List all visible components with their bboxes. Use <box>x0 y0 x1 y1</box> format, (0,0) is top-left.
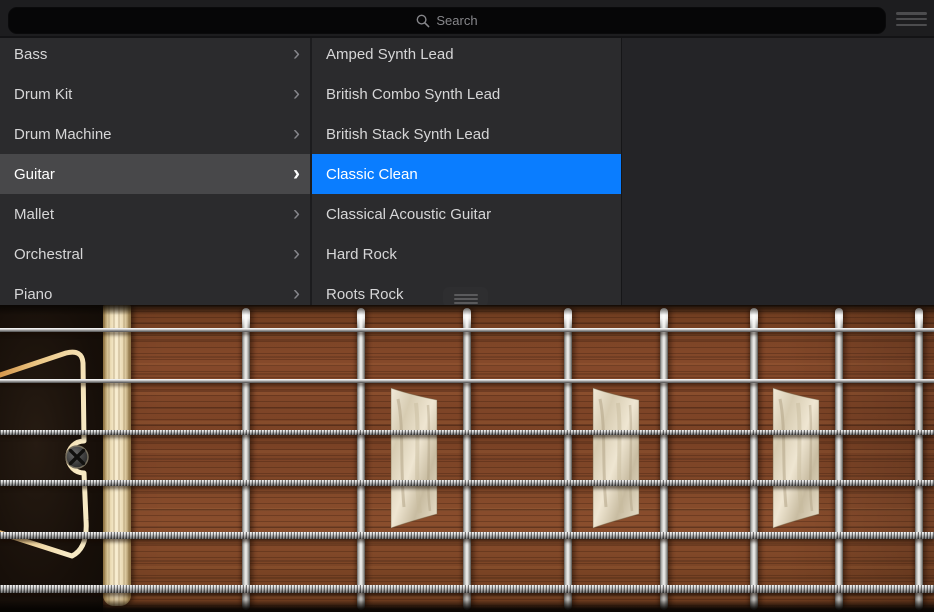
category-drum-kit[interactable]: Drum Kit › <box>0 74 310 114</box>
preset-classic-clean[interactable]: Classic Clean <box>312 154 622 194</box>
guitar-headstock <box>0 305 103 612</box>
chevron-right-icon: › <box>293 243 300 264</box>
guitar-string-1[interactable] <box>0 328 934 332</box>
guitar-string-3[interactable] <box>0 430 934 435</box>
menu-icon[interactable] <box>896 12 927 26</box>
category-drum-machine[interactable]: Drum Machine › <box>0 114 310 154</box>
guitar-string-4[interactable] <box>0 480 934 486</box>
preset-hard-rock[interactable]: Hard Rock <box>312 234 622 274</box>
search-input[interactable]: Search <box>8 7 886 34</box>
category-orchestral[interactable]: Orchestral › <box>0 234 310 274</box>
fret-5 <box>660 308 668 610</box>
guitar-fretboard[interactable] <box>0 305 934 612</box>
preset-label: British Combo Synth Lead <box>326 86 500 103</box>
truss-rod-screw-icon <box>66 446 88 468</box>
fret-4 <box>564 308 572 610</box>
fret-3 <box>463 308 471 610</box>
category-label: Piano <box>14 286 52 303</box>
garageband-window: Search Bass›Drum Kit›Drum Machine›Guitar… <box>0 0 934 612</box>
fret-7 <box>835 308 843 610</box>
preset-label: Hard Rock <box>326 246 397 263</box>
guitar-nut <box>103 305 131 606</box>
top-bar: Search <box>0 0 934 38</box>
category-label: Bass <box>14 46 47 63</box>
search-icon <box>416 14 430 28</box>
browser-backdrop <box>622 38 934 305</box>
preset-list: Amped Synth Lead British Combo Synth Lead… <box>312 38 622 305</box>
search-placeholder: Search <box>436 13 477 28</box>
fret-2 <box>357 308 365 610</box>
category-label: Guitar <box>14 166 55 183</box>
fret-marker-inlay <box>390 387 438 529</box>
fret-8 <box>915 308 923 610</box>
category-label: Drum Machine <box>14 126 112 143</box>
guitar-string-2[interactable] <box>0 379 934 383</box>
chevron-right-icon: › <box>293 123 300 144</box>
preset-label: Roots Rock <box>326 286 404 303</box>
drag-handle[interactable] <box>443 287 488 307</box>
preset-british-combo-synth-lead[interactable]: British Combo Synth Lead <box>312 74 622 114</box>
sound-browser: Bass›Drum Kit›Drum Machine›Guitar›Mallet… <box>0 38 622 305</box>
category-guitar[interactable]: Guitar › <box>0 154 310 194</box>
category-label: Orchestral <box>14 246 83 263</box>
category-bass[interactable]: Bass › <box>0 38 310 74</box>
guitar-string-5[interactable] <box>0 532 934 539</box>
chevron-right-icon: › <box>293 283 300 304</box>
chevron-right-icon: › <box>293 83 300 104</box>
preset-label: Classic Clean <box>326 166 418 183</box>
fret-1 <box>242 308 250 610</box>
preset-label: Classical Acoustic Guitar <box>326 206 491 223</box>
category-label: Drum Kit <box>14 86 72 103</box>
fret-6 <box>750 308 758 610</box>
preset-classical-acoustic-guitar[interactable]: Classical Acoustic Guitar <box>312 194 622 234</box>
fret-marker-inlay <box>772 387 820 529</box>
preset-british-stack-synth-lead[interactable]: British Stack Synth Lead <box>312 114 622 154</box>
chevron-right-icon: › <box>293 163 300 184</box>
preset-label: Amped Synth Lead <box>326 46 454 63</box>
chevron-right-icon: › <box>293 43 300 64</box>
category-label: Mallet <box>14 206 54 223</box>
chevron-right-icon: › <box>293 203 300 224</box>
preset-label: British Stack Synth Lead <box>326 126 489 143</box>
category-piano[interactable]: Piano › <box>0 274 310 305</box>
fret-marker-inlay <box>592 387 640 529</box>
category-list: Bass›Drum Kit›Drum Machine›Guitar›Mallet… <box>0 38 310 305</box>
preset-amped-synth-lead[interactable]: Amped Synth Lead <box>312 38 622 74</box>
category-mallet[interactable]: Mallet › <box>0 194 310 234</box>
guitar-string-6[interactable] <box>0 585 934 593</box>
